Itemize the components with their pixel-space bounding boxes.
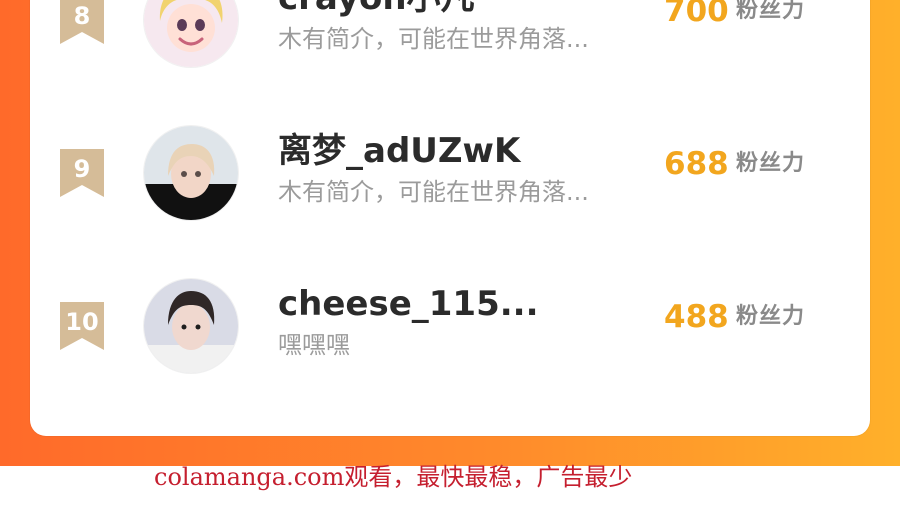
avatar-icon <box>144 0 238 67</box>
bio: 木有简介，可能在世界角落... <box>278 25 589 53</box>
leaderboard-row-10[interactable]: 10 cheese_115... 嘿嘿嘿 488 粉丝力 <box>30 276 870 406</box>
leaderboard-row-9[interactable]: 9 离梦_adUZwK 木有简介，可能在世界角落... 688 粉丝力 <box>30 123 870 253</box>
avatar[interactable] <box>144 0 238 67</box>
avatar[interactable] <box>144 279 238 373</box>
watermark-text: colamanga.com观看，最快最稳，广告最少 <box>154 463 633 491</box>
rank-number: 8 <box>73 2 91 30</box>
rank-badge: 10 <box>60 302 104 350</box>
score: 688 <box>664 146 729 182</box>
bio: 嘿嘿嘿 <box>278 331 350 359</box>
avatar-icon <box>144 126 238 220</box>
rank-number: 9 <box>73 155 91 183</box>
score: 700 <box>664 0 729 29</box>
username[interactable]: crayon小凡 <box>278 0 678 18</box>
rank-badge: 8 <box>60 0 104 44</box>
leaderboard-row-8[interactable]: 8 crayon小凡 木有简介，可能在世界角落... 700 粉丝力 <box>30 0 870 100</box>
score-unit: 粉丝力 <box>736 304 806 329</box>
score: 488 <box>664 299 729 335</box>
rank-number: 10 <box>65 308 99 336</box>
rank-badge: 9 <box>60 149 104 197</box>
username[interactable]: cheese_115... <box>278 284 678 324</box>
score-unit: 粉丝力 <box>736 151 806 176</box>
leaderboard-card: 8 crayon小凡 木有简介，可能在世界角落... 700 粉丝力 9 <box>30 0 870 436</box>
score-unit: 粉丝力 <box>736 0 806 23</box>
avatar-icon <box>144 279 238 373</box>
avatar[interactable] <box>144 126 238 220</box>
bio: 木有简介，可能在世界角落... <box>278 178 589 206</box>
username[interactable]: 离梦_adUZwK <box>278 131 678 171</box>
